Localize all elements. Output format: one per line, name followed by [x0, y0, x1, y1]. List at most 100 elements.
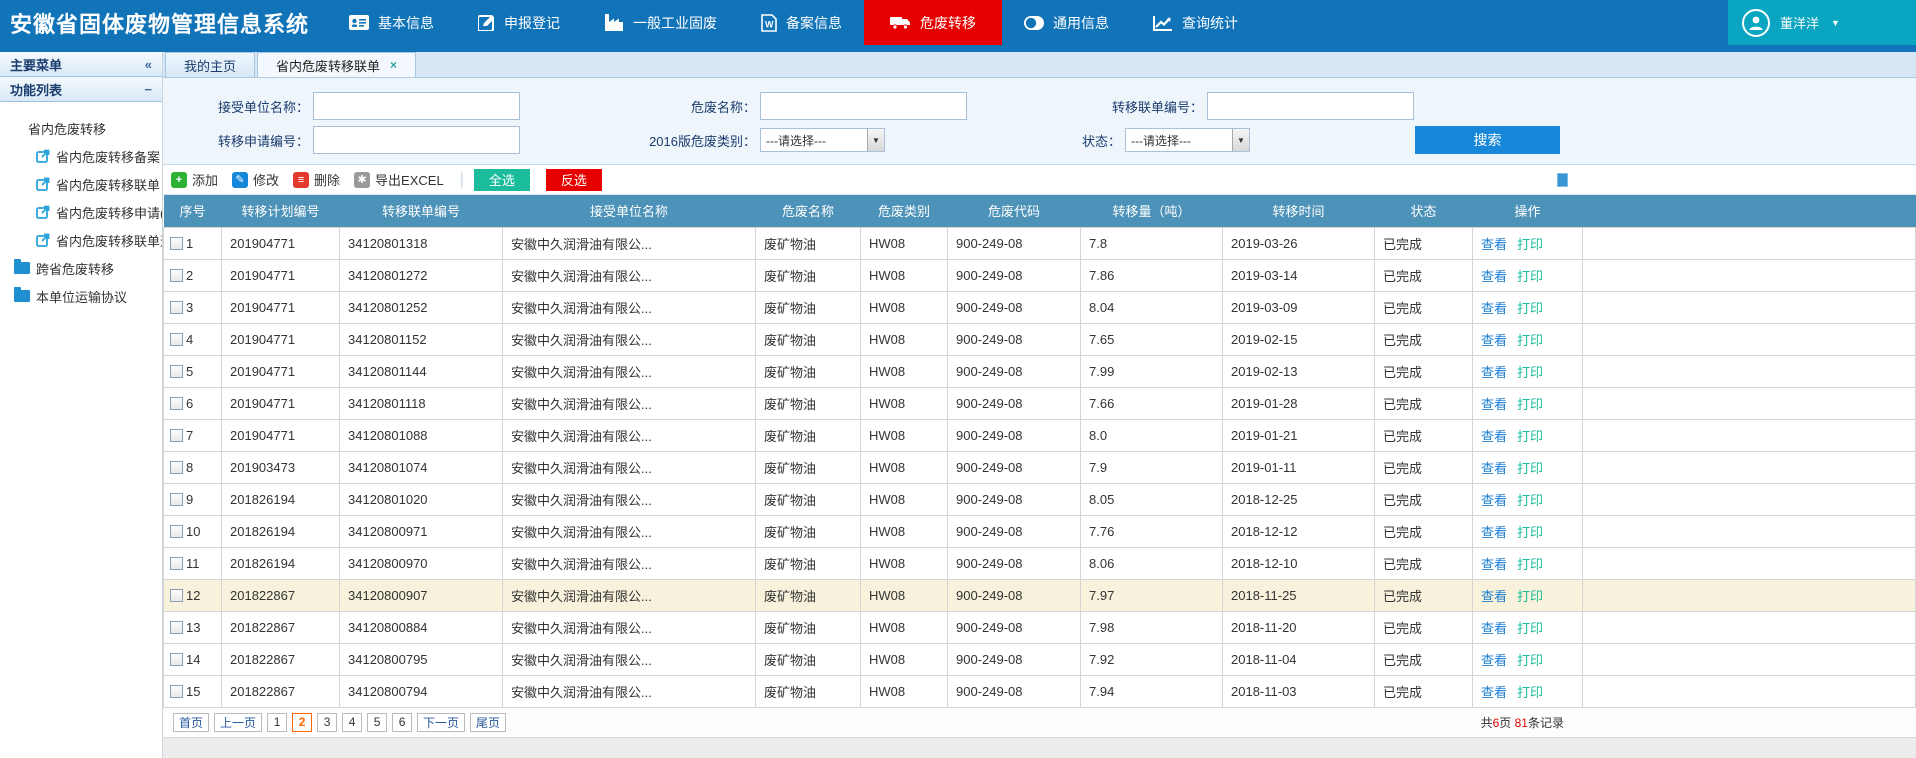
view-link[interactable]: 查看 — [1481, 237, 1507, 252]
table-row[interactable]: 12 201822867 34120800907 安徽中久润滑油有限公... 废… — [164, 579, 1916, 611]
table-row[interactable]: 5 201904771 34120801144 安徽中久润滑油有限公... 废矿… — [164, 355, 1916, 387]
page-button-6[interactable]: 6 — [392, 713, 412, 732]
nav-item-declaration[interactable]: 申报登记 — [456, 0, 582, 45]
sidebar-header-function-list[interactable]: 功能列表 − — [0, 77, 162, 102]
print-link[interactable]: 打印 — [1517, 365, 1543, 380]
tab-my-homepage[interactable]: 我的主页 — [165, 52, 255, 77]
table-row[interactable]: 9 201826194 34120801020 安徽中久润滑油有限公... 废矿… — [164, 483, 1916, 515]
view-link[interactable]: 查看 — [1481, 653, 1507, 668]
invert-selection-button[interactable]: 反选 — [546, 169, 602, 191]
row-checkbox[interactable] — [170, 685, 183, 698]
print-link[interactable]: 打印 — [1517, 589, 1543, 604]
row-checkbox[interactable] — [170, 461, 183, 474]
search-button[interactable]: 搜索 — [1415, 126, 1560, 154]
close-tab-icon[interactable]: × — [390, 58, 397, 72]
next-page-button[interactable]: 下一页 — [417, 713, 465, 732]
row-checkbox[interactable] — [170, 525, 183, 538]
row-checkbox[interactable] — [170, 365, 183, 378]
tree-item-transfer-apply[interactable]: 省内危废转移申请(已 — [0, 198, 162, 226]
page-button-3[interactable]: 3 — [317, 713, 337, 732]
receiver-name-input[interactable] — [313, 92, 520, 120]
view-link[interactable]: 查看 — [1481, 525, 1507, 540]
print-link[interactable]: 打印 — [1517, 621, 1543, 636]
row-checkbox[interactable] — [170, 237, 183, 250]
print-link[interactable]: 打印 — [1517, 301, 1543, 316]
table-row[interactable]: 3 201904771 34120801252 安徽中久润滑油有限公... 废矿… — [164, 291, 1916, 323]
waste-category-select[interactable]: ---请选择--- ▼ — [760, 128, 885, 152]
apply-no-input[interactable] — [313, 126, 520, 154]
row-checkbox[interactable] — [170, 301, 183, 314]
table-row[interactable]: 11 201826194 34120800970 安徽中久润滑油有限公... 废… — [164, 547, 1916, 579]
table-row[interactable]: 6 201904771 34120801118 安徽中久润滑油有限公... 废矿… — [164, 387, 1916, 419]
last-page-button[interactable]: 尾页 — [470, 713, 506, 732]
print-link[interactable]: 打印 — [1517, 557, 1543, 572]
print-link[interactable]: 打印 — [1517, 269, 1543, 284]
view-link[interactable]: 查看 — [1481, 493, 1507, 508]
tree-folder-cross-province[interactable]: 跨省危废转移 — [0, 254, 162, 282]
row-checkbox[interactable] — [170, 397, 183, 410]
nav-item-basic-info[interactable]: 基本信息 — [327, 0, 456, 45]
waste-name-input[interactable] — [760, 92, 967, 120]
page-button-4[interactable]: 4 — [342, 713, 362, 732]
collapse-sidebar-icon[interactable]: « — [145, 57, 152, 72]
view-link[interactable]: 查看 — [1481, 269, 1507, 284]
tree-item-manifest-return[interactable]: 省内危废转移联单退 — [0, 226, 162, 254]
row-checkbox[interactable] — [170, 429, 183, 442]
tree-group-province-transfer[interactable]: 省内危废转移 — [0, 114, 162, 142]
nav-item-general-info[interactable]: 通用信息 — [1002, 0, 1131, 45]
view-link[interactable]: 查看 — [1481, 461, 1507, 476]
print-link[interactable]: 打印 — [1517, 397, 1543, 412]
nav-item-query-statistics[interactable]: 查询统计 — [1131, 0, 1260, 45]
nav-item-record-info[interactable]: W 备案信息 — [739, 0, 864, 45]
view-link[interactable]: 查看 — [1481, 333, 1507, 348]
scrollbar-thumb[interactable] — [1557, 173, 1568, 187]
tree-folder-transport-agreement[interactable]: 本单位运输协议 — [0, 282, 162, 310]
print-link[interactable]: 打印 — [1517, 333, 1543, 348]
table-row[interactable]: 13 201822867 34120800884 安徽中久润滑油有限公... 废… — [164, 611, 1916, 643]
prev-page-button[interactable]: 上一页 — [214, 713, 262, 732]
view-link[interactable]: 查看 — [1481, 397, 1507, 412]
nav-item-hazardous-transfer[interactable]: 危废转移 — [864, 0, 1002, 45]
export-excel-button[interactable]: ✱ 导出EXCEL — [354, 170, 444, 189]
view-link[interactable]: 查看 — [1481, 621, 1507, 636]
user-menu[interactable]: 董洋洋 ▼ — [1728, 0, 1916, 45]
row-checkbox[interactable] — [170, 589, 183, 602]
print-link[interactable]: 打印 — [1517, 461, 1543, 476]
print-link[interactable]: 打印 — [1517, 493, 1543, 508]
tree-item-transfer-record[interactable]: 省内危废转移备案 — [0, 142, 162, 170]
table-row[interactable]: 8 201903473 34120801074 安徽中久润滑油有限公... 废矿… — [164, 451, 1916, 483]
tree-item-transfer-manifest[interactable]: 省内危废转移联单 — [0, 170, 162, 198]
page-button-5[interactable]: 5 — [367, 713, 387, 732]
manifest-no-input[interactable] — [1207, 92, 1414, 120]
table-row[interactable]: 7 201904771 34120801088 安徽中久润滑油有限公... 废矿… — [164, 419, 1916, 451]
table-row[interactable]: 10 201826194 34120800971 安徽中久润滑油有限公... 废… — [164, 515, 1916, 547]
table-row[interactable]: 1 201904771 34120801318 安徽中久润滑油有限公... 废矿… — [164, 227, 1916, 259]
table-row[interactable]: 4 201904771 34120801152 安徽中久润滑油有限公... 废矿… — [164, 323, 1916, 355]
row-checkbox[interactable] — [170, 653, 183, 666]
view-link[interactable]: 查看 — [1481, 365, 1507, 380]
print-link[interactable]: 打印 — [1517, 685, 1543, 700]
print-link[interactable]: 打印 — [1517, 653, 1543, 668]
status-select[interactable]: ---请选择--- ▼ — [1125, 128, 1250, 152]
row-checkbox[interactable] — [170, 557, 183, 570]
view-link[interactable]: 查看 — [1481, 685, 1507, 700]
nav-item-industrial-waste[interactable]: 一般工业固废 — [582, 0, 739, 45]
tab-transfer-manifest[interactable]: 省内危废转移联单 × — [257, 52, 416, 77]
print-link[interactable]: 打印 — [1517, 237, 1543, 252]
first-page-button[interactable]: 首页 — [173, 713, 209, 732]
view-link[interactable]: 查看 — [1481, 557, 1507, 572]
row-checkbox[interactable] — [170, 333, 183, 346]
page-button-2-active[interactable]: 2 — [292, 713, 312, 732]
sidebar-header-main-menu[interactable]: 主要菜单 « — [0, 52, 162, 77]
delete-button[interactable]: ≡ 删除 — [293, 170, 340, 189]
row-checkbox[interactable] — [170, 493, 183, 506]
print-link[interactable]: 打印 — [1517, 525, 1543, 540]
table-row[interactable]: 15 201822867 34120800794 安徽中久润滑油有限公... 废… — [164, 675, 1916, 707]
row-checkbox[interactable] — [170, 269, 183, 282]
view-link[interactable]: 查看 — [1481, 301, 1507, 316]
table-row[interactable]: 14 201822867 34120800795 安徽中久润滑油有限公... 废… — [164, 643, 1916, 675]
print-link[interactable]: 打印 — [1517, 429, 1543, 444]
select-all-button[interactable]: 全选 — [474, 169, 530, 191]
view-link[interactable]: 查看 — [1481, 429, 1507, 444]
modify-button[interactable]: ✎ 修改 — [232, 170, 279, 189]
